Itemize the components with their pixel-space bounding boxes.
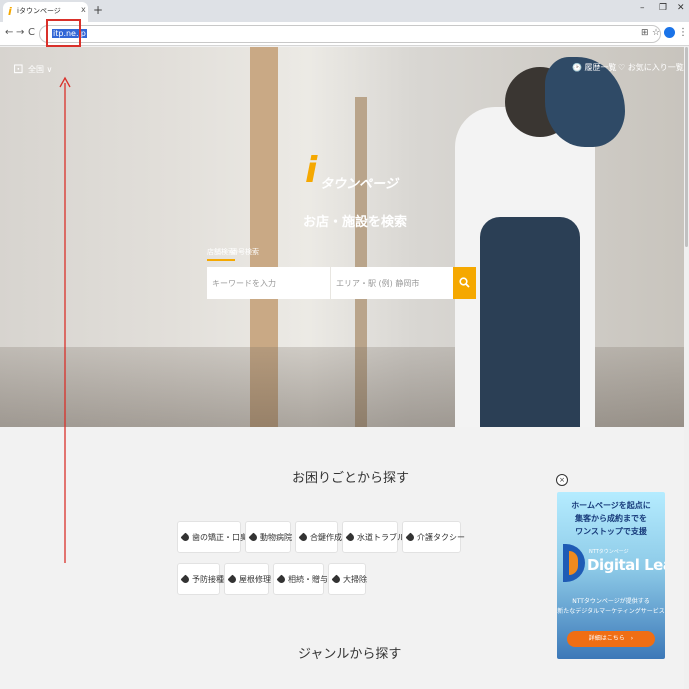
annotation-arrow: [59, 76, 71, 563]
ad-cta-button[interactable]: 詳細はこちら ›: [567, 631, 655, 647]
trouble-section-heading: お困りごとから探す: [292, 471, 410, 486]
chip-orthodontics[interactable]: 歯の矯正・口臭: [177, 521, 248, 553]
tag-icon: [180, 574, 191, 584]
chip-vaccination[interactable]: 予防接種: [177, 563, 224, 595]
favicon-icon: i: [8, 5, 12, 18]
logo-text: タウンページ: [320, 177, 398, 192]
chip-animal-hospital[interactable]: 動物病院: [245, 521, 292, 553]
tag-icon: [248, 532, 259, 542]
reload-button[interactable]: C: [28, 27, 35, 38]
chip-care-taxi[interactable]: 介護タクシー: [402, 521, 465, 553]
ad-copy: 新たなデジタルマーケティングサービス: [557, 608, 665, 615]
minimize-button[interactable]: –: [640, 3, 645, 13]
browser-toolbar: ← → C itp.ne.jp ⊞ ☆: [0, 22, 689, 46]
new-tab-button[interactable]: +: [93, 3, 103, 17]
close-window-button[interactable]: ✕: [677, 3, 685, 13]
area-selector[interactable]: 全国 ∨: [28, 64, 52, 75]
restore-button[interactable]: ❐: [659, 3, 667, 13]
browser-menu-icon[interactable]: ⋮: [678, 27, 688, 38]
chip-plumbing-trouble[interactable]: 水道トラブル: [342, 521, 405, 553]
hero-section: [0, 47, 685, 427]
chip-big-cleaning[interactable]: 大掃除: [328, 563, 367, 595]
back-button[interactable]: ←: [5, 27, 13, 38]
search-icon: [459, 277, 470, 288]
tab-phone-search[interactable]: 番号検索: [231, 247, 259, 257]
tag-icon: [331, 574, 342, 584]
history-link[interactable]: 🕑 履歴一覧: [572, 62, 617, 73]
ad-brand-owner: NTTタウンページ: [589, 549, 629, 555]
chip-inheritance[interactable]: 相続・贈与: [273, 563, 328, 595]
chip-roof-repair[interactable]: 屋根修理: [224, 563, 271, 595]
keyword-input[interactable]: [207, 267, 330, 299]
tag-icon: [276, 574, 287, 584]
profile-avatar[interactable]: [664, 27, 675, 38]
scrollbar-thumb[interactable]: [685, 47, 688, 247]
tag-icon: [345, 532, 356, 542]
favorites-link[interactable]: ♡ お気に入り一覧: [618, 62, 684, 73]
search-button[interactable]: [453, 267, 476, 299]
tag-icon: [298, 532, 309, 542]
tag-icon: [227, 574, 238, 584]
ad-headline: ワンストップで支援: [575, 527, 647, 536]
search-title: お店・施設を検索: [303, 215, 408, 230]
ad-headline: 集客から成約までを: [575, 514, 647, 523]
logo-mark: i: [305, 150, 318, 191]
forward-button[interactable]: →: [16, 27, 24, 38]
tag-icon: [405, 532, 416, 542]
tag-icon: [180, 532, 191, 542]
hero-photo-apron: [480, 217, 580, 427]
tab-title: iタウンページ: [17, 7, 61, 15]
area-input[interactable]: [331, 267, 453, 299]
annotation-highlight-box: [46, 19, 81, 47]
ad-headline: ホームページを起点に: [571, 501, 651, 510]
address-bar[interactable]: itp.ne.jp: [39, 25, 661, 43]
ad-close-button[interactable]: ×: [556, 474, 568, 486]
chip-duplicate-keys[interactable]: 合鍵作成: [295, 521, 342, 553]
map-icon[interactable]: ⊡: [13, 62, 24, 77]
tab-close-button[interactable]: x: [81, 5, 86, 14]
bookmark-star-icon[interactable]: ☆: [652, 28, 660, 38]
ad-brand-name: Digital Lead: [587, 556, 665, 574]
translate-icon[interactable]: ⊞: [641, 28, 649, 38]
genre-section-heading: ジャンルから探す: [298, 647, 402, 662]
tab-bar: i iタウンページ x + – ❐ ✕: [0, 0, 689, 22]
ad-copy: NTTタウンページが提供する: [572, 598, 650, 605]
ad-banner[interactable]: ホームページを起点に 集客から成約までを ワンストップで支援 NTTタウンページ…: [557, 492, 665, 659]
